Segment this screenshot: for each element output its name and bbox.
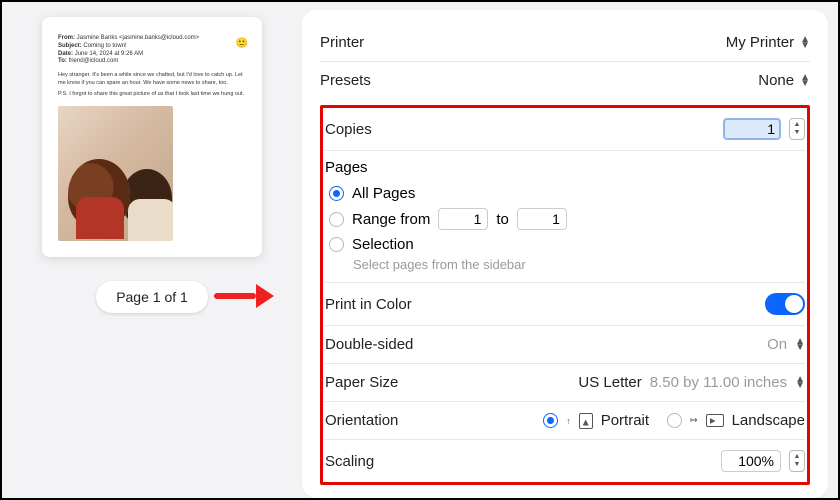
- scaling-row: Scaling ▲▼: [325, 440, 805, 482]
- radio-range[interactable]: Range from to: [325, 205, 805, 233]
- print-color-row: Print in Color: [325, 283, 805, 326]
- email-header: 🙂 From: Jasmine Banks <jasmine.banks@icl…: [58, 35, 246, 66]
- radio-icon: [329, 237, 344, 252]
- printer-value: My Printer: [726, 34, 794, 51]
- paper-size-row: Paper Size US Letter 8.50 by 11.00 inche…: [325, 364, 805, 402]
- selection-hint: Select pages from the sidebar: [325, 257, 805, 272]
- radio-icon: [329, 186, 344, 201]
- presets-value: None: [758, 72, 794, 89]
- radio-landscape[interactable]: ↦ Landscape: [667, 412, 805, 429]
- printer-row[interactable]: Printer My Printer ▲▼: [320, 24, 810, 61]
- landscape-icon: [706, 414, 724, 427]
- page-thumbnail[interactable]: 🙂 From: Jasmine Banks <jasmine.banks@icl…: [42, 17, 262, 257]
- updown-icon: ▲▼: [800, 75, 810, 87]
- printer-label: Printer: [320, 34, 364, 51]
- double-sided-row: Double-sided On ▲▼: [325, 326, 805, 364]
- double-sided-dropdown[interactable]: On ▲▼: [767, 336, 805, 353]
- preview-sidebar: 🙂 From: Jasmine Banks <jasmine.banks@icl…: [2, 2, 302, 498]
- copies-stepper[interactable]: ▲▼: [789, 118, 805, 140]
- print-options-panel: Printer My Printer ▲▼ Presets None ▲▼ Co…: [302, 10, 828, 498]
- portrait-icon: [579, 413, 593, 429]
- copies-row: Copies ▲▼: [325, 108, 805, 151]
- scaling-input[interactable]: [721, 450, 781, 472]
- scaling-stepper[interactable]: ▲▼: [789, 450, 805, 472]
- page-indicator: Page 1 of 1: [96, 281, 208, 313]
- radio-selection[interactable]: Selection: [325, 233, 805, 256]
- radio-icon: [329, 212, 344, 227]
- email-body: Hey stranger. It's been a while since we…: [58, 72, 246, 98]
- color-toggle[interactable]: [765, 293, 805, 315]
- paper-size-dropdown[interactable]: US Letter 8.50 by 11.00 inches ▲▼: [578, 374, 805, 391]
- orientation-row: Orientation ↑ Portrait ↦ Landscape: [325, 402, 805, 440]
- updown-icon: ▲▼: [800, 37, 810, 49]
- presets-label: Presets: [320, 72, 371, 89]
- presets-row[interactable]: Presets None ▲▼: [320, 61, 810, 99]
- copies-input[interactable]: [723, 118, 781, 140]
- email-photo: [58, 106, 173, 241]
- updown-icon: ▲▼: [795, 377, 805, 389]
- radio-portrait[interactable]: ↑ Portrait: [543, 412, 649, 429]
- highlighted-options-frame: Copies ▲▼ Pages All Pages Rang: [320, 105, 810, 485]
- memoji-icon: 🙂: [236, 37, 248, 50]
- radio-icon: [667, 413, 682, 428]
- pages-title: Pages: [325, 159, 805, 176]
- range-from-input[interactable]: [438, 208, 488, 230]
- pages-block: Pages All Pages Range from to Se: [325, 151, 805, 283]
- radio-icon: [543, 413, 558, 428]
- updown-icon: ▲▼: [795, 339, 805, 351]
- range-to-input[interactable]: [517, 208, 567, 230]
- radio-all-pages[interactable]: All Pages: [325, 182, 805, 205]
